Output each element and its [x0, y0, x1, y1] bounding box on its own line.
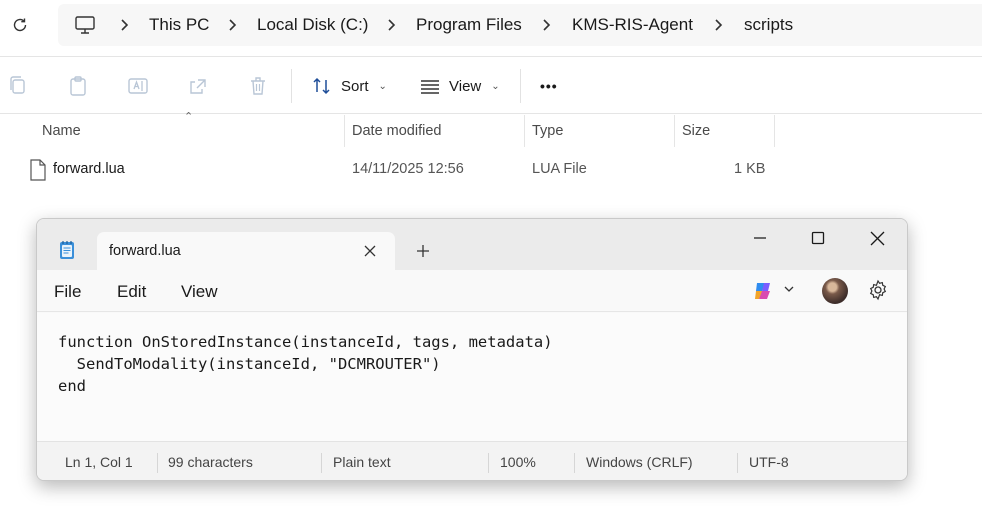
status-encoding[interactable]: UTF-8 [749, 454, 789, 470]
copilot-icon[interactable] [751, 279, 775, 303]
breadcrumb-kms-ris-agent[interactable]: KMS-RIS-Agent [572, 15, 693, 35]
copy-icon[interactable] [6, 74, 30, 98]
menu-edit[interactable]: Edit [117, 282, 146, 302]
status-format[interactable]: Plain text [333, 454, 391, 470]
tab-forward-lua[interactable]: forward.lua [97, 232, 395, 270]
status-separator [157, 453, 158, 473]
file-date-modified: 14/11/2025 12:56 [352, 161, 464, 177]
column-separator[interactable] [674, 115, 675, 147]
status-separator [574, 453, 575, 473]
address-bar[interactable]: This PC Local Disk (C:) Program Files KM… [58, 4, 982, 46]
file-type: LUA File [532, 161, 587, 177]
minimize-button[interactable] [745, 227, 775, 249]
notepad-titlebar[interactable]: forward.lua [37, 219, 907, 270]
column-header-name[interactable]: Name [42, 115, 81, 147]
refresh-button[interactable] [8, 13, 32, 37]
notepad-menubar: File Edit View [37, 270, 907, 312]
toolbar-divider [291, 69, 292, 103]
chevron-down-icon: ⌄ [378, 80, 387, 92]
file-row[interactable]: forward.lua 14/11/2025 12:56 LUA File 1 … [20, 152, 780, 188]
rename-icon[interactable] [126, 74, 150, 98]
avatar[interactable] [822, 278, 848, 304]
sort-button[interactable]: Sort ⌄ [311, 71, 387, 101]
menu-view[interactable]: View [181, 282, 218, 302]
explorer-address-row: This PC Local Disk (C:) Program Files KM… [0, 0, 982, 52]
close-window-button[interactable] [862, 227, 892, 249]
file-size: 1 KB [734, 161, 766, 177]
code-line: function OnStoredInstance(instanceId, ta… [58, 333, 553, 351]
tab-close-button[interactable] [361, 242, 379, 260]
this-pc-icon[interactable] [74, 14, 96, 36]
file-name[interactable]: forward.lua [53, 161, 125, 177]
chevron-right-icon [388, 19, 396, 31]
status-character-count: 99 characters [168, 454, 253, 470]
column-header-date-modified[interactable]: Date modified [352, 115, 441, 147]
toolbar-divider [520, 69, 521, 103]
view-icon [421, 80, 439, 94]
share-icon[interactable] [186, 74, 210, 98]
notepad-window: forward.lua File Edit View function OnSt… [36, 218, 908, 481]
breadcrumb-local-disk[interactable]: Local Disk (C:) [257, 15, 368, 35]
column-header-size[interactable]: Size [682, 115, 710, 147]
status-separator [488, 453, 489, 473]
gear-icon[interactable] [867, 279, 889, 301]
maximize-icon [811, 231, 825, 245]
chevron-right-icon [121, 19, 129, 31]
more-options-button[interactable]: ••• [540, 71, 558, 101]
column-separator[interactable] [524, 115, 525, 147]
new-tab-button[interactable] [413, 241, 433, 261]
chevron-right-icon [229, 19, 237, 31]
text-editor[interactable]: function OnStoredInstance(instanceId, ta… [37, 313, 907, 441]
chevron-down-icon: ⌄ [491, 80, 500, 92]
code-line: SendToModality(instanceId, "DCMROUTER") [58, 355, 441, 373]
refresh-icon [13, 18, 27, 32]
sort-ascending-icon: ⌃ [184, 111, 194, 123]
more-icon: ••• [540, 78, 558, 94]
breadcrumb-program-files[interactable]: Program Files [416, 15, 522, 35]
maximize-button[interactable] [803, 227, 833, 249]
paste-icon[interactable] [66, 74, 90, 98]
view-label: View [449, 77, 482, 95]
status-zoom[interactable]: 100% [500, 454, 536, 470]
chevron-down-icon[interactable] [783, 283, 795, 295]
menu-file[interactable]: File [54, 282, 81, 302]
tab-title: forward.lua [109, 243, 181, 259]
sort-icon [313, 77, 330, 95]
status-bar: Ln 1, Col 1 99 characters Plain text 100… [37, 441, 907, 480]
chevron-right-icon [715, 19, 723, 31]
column-separator[interactable] [344, 115, 345, 147]
chevron-right-icon [543, 19, 551, 31]
breadcrumb-scripts[interactable]: scripts [744, 15, 793, 35]
breadcrumb-this-pc[interactable]: This PC [149, 15, 209, 35]
close-icon [364, 245, 376, 257]
status-line-endings[interactable]: Windows (CRLF) [586, 454, 693, 470]
explorer-toolbar: Sort ⌄ View ⌄ ••• [0, 56, 982, 114]
plus-icon [417, 245, 429, 257]
view-button[interactable]: View ⌄ [419, 71, 500, 101]
close-icon [870, 231, 884, 245]
minimize-icon [754, 237, 766, 239]
status-separator [737, 453, 738, 473]
status-cursor-position[interactable]: Ln 1, Col 1 [65, 454, 133, 470]
notepad-app-icon [60, 241, 74, 259]
column-header-type[interactable]: Type [532, 115, 563, 147]
sort-label: Sort [341, 77, 369, 95]
code-line: end [58, 377, 86, 395]
delete-icon[interactable] [246, 74, 270, 98]
status-separator [321, 453, 322, 473]
file-icon [30, 159, 46, 181]
column-separator[interactable] [774, 115, 775, 147]
